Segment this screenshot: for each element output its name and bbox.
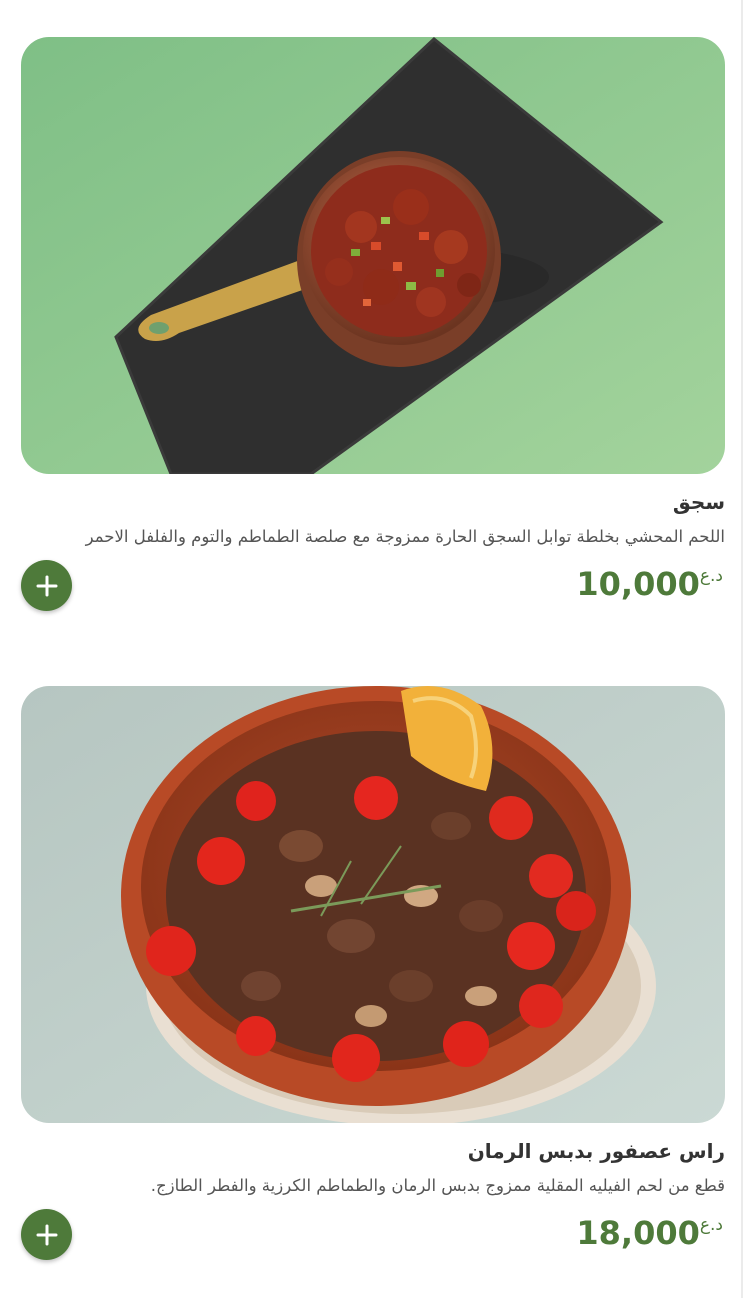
price-currency: د.ع: [699, 566, 723, 586]
menu-item-title: سجق: [672, 490, 725, 514]
menu-item-photo[interactable]: [21, 37, 725, 474]
add-to-cart-button[interactable]: [21, 560, 72, 611]
plus-icon: [36, 1224, 57, 1245]
menu-item-card[interactable]: سجق اللحم المحشي بخلطة توابل السجق الحار…: [21, 37, 725, 611]
menu-item-price: د.ع10,000: [576, 565, 725, 603]
menu-item-price: د.ع18,000: [576, 1214, 725, 1252]
price-value: 10,000: [576, 565, 700, 603]
price-currency: د.ع: [699, 1215, 723, 1235]
menu-item-description: اللحم المحشي بخلطة توابل السجق الحارة مم…: [85, 527, 725, 546]
add-to-cart-button[interactable]: [21, 1209, 72, 1260]
price-value: 18,000: [576, 1214, 700, 1252]
menu-item-card[interactable]: راس عصفور بدبس الرمان قطع من لحم الفيليه…: [21, 686, 725, 1260]
menu-item-photo[interactable]: [21, 686, 725, 1123]
plus-icon: [36, 575, 57, 596]
menu-item-description: قطع من لحم الفيليه المقلية ممزوج بدبس ال…: [150, 1176, 725, 1195]
menu-item-title: راس عصفور بدبس الرمان: [467, 1139, 725, 1163]
